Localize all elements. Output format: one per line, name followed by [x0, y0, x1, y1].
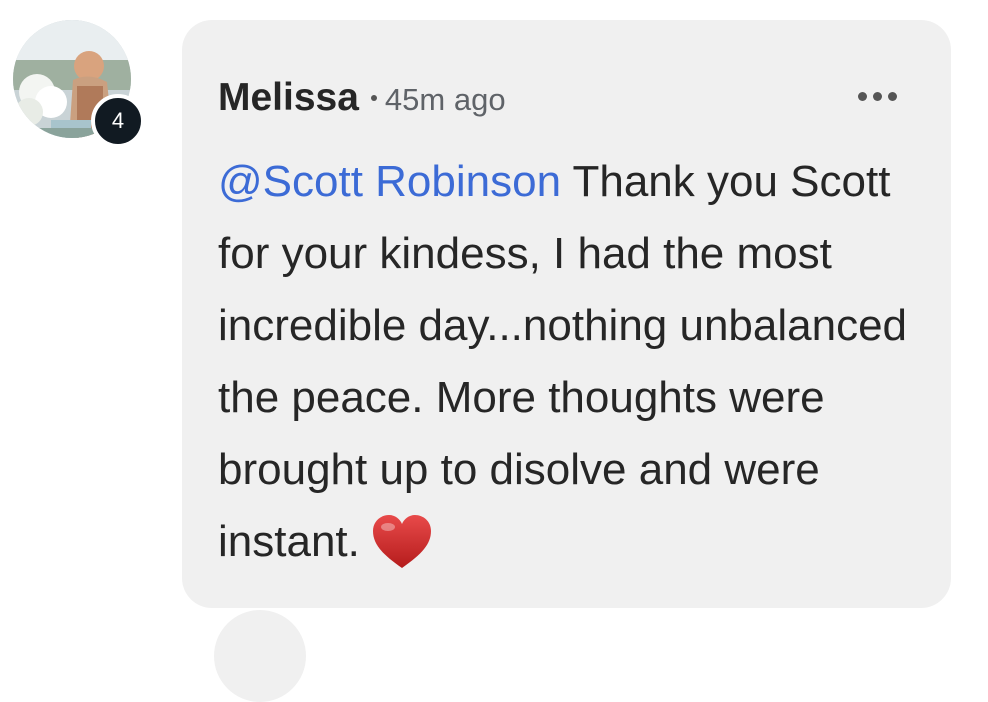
- badge-count: 4: [91, 94, 145, 148]
- avatar-container[interactable]: 4: [13, 20, 145, 148]
- more-options-icon: [873, 92, 882, 101]
- mention-link[interactable]: @Scott Robinson: [218, 157, 561, 206]
- more-options-icon: [858, 92, 867, 101]
- comment-text: @Scott Robinson Thank you Scott for your…: [218, 146, 918, 578]
- timestamp[interactable]: 45m ago: [385, 82, 506, 117]
- more-options-button[interactable]: [858, 92, 897, 101]
- comment-header: Melissa 45m ago: [218, 76, 506, 120]
- comment-bubble: Melissa 45m ago @Scott Robinson Thank you…: [182, 20, 951, 608]
- next-avatar-partial: [214, 610, 306, 702]
- author-name[interactable]: Melissa: [218, 76, 359, 119]
- more-options-icon: [888, 92, 897, 101]
- comment-body: Thank you Scott for your kindess, I had …: [218, 157, 908, 566]
- heart-emoji-icon: [372, 515, 431, 568]
- separator-dot: [370, 94, 377, 101]
